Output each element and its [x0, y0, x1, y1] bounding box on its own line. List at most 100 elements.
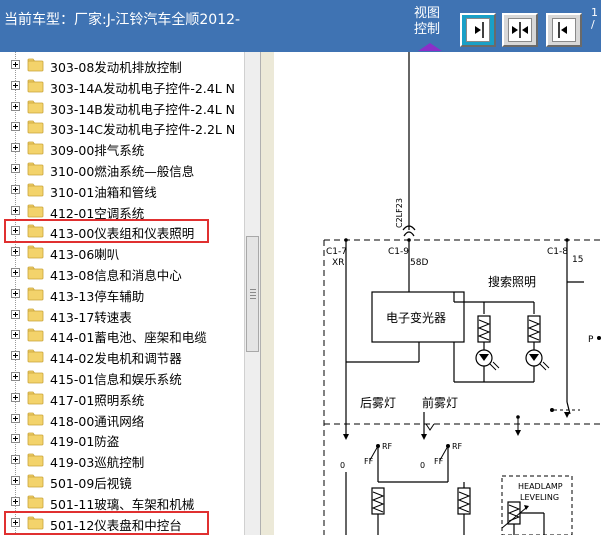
view-marker-icon [418, 43, 442, 51]
expand-plus-icon[interactable] [11, 81, 20, 90]
expand-plus-icon[interactable] [11, 102, 20, 111]
folder-icon [27, 120, 44, 134]
tree-item[interactable]: 417-01照明系统 [0, 388, 244, 409]
folder-icon [27, 370, 44, 384]
tree-item[interactable]: 310-00燃油系统—般信息 [0, 159, 244, 180]
tree-item-label: 414-02发电机和调节器 [50, 351, 182, 366]
folder-icon [27, 308, 44, 322]
tree-item[interactable]: 501-09后视镜 [0, 471, 244, 492]
folder-icon [27, 100, 44, 114]
folder-icon [27, 79, 44, 93]
tree-item[interactable]: 413-13停车辅助 [0, 284, 244, 305]
tree-item[interactable]: 414-02发电机和调节器 [0, 346, 244, 367]
folder-icon [27, 204, 44, 218]
tree-item[interactable]: 303-14B发动机电子控件-2.4L N [0, 97, 244, 118]
view-control-label: 视图 控制 [414, 6, 441, 37]
scrollbar-thumb[interactable] [246, 236, 259, 352]
tree-item[interactable]: 419-03巡航控制 [0, 450, 244, 471]
expand-plus-icon[interactable] [11, 247, 20, 256]
tree-item-label: 413-08信息和消息中心 [50, 268, 182, 283]
tree-item-label: 309-00排气系统 [50, 143, 145, 158]
expand-plus-icon[interactable] [11, 476, 20, 485]
arrow-left-icon [558, 22, 567, 38]
view-right-button[interactable] [460, 13, 496, 47]
connector-top-label: C2LF23 [395, 198, 404, 228]
highlight-box [4, 219, 209, 243]
folder-icon [27, 183, 44, 197]
tree-item[interactable]: 418-00通讯网络 [0, 409, 244, 430]
tree-item[interactable]: 303-14A发动机电子控件-2.4L N [0, 76, 244, 97]
folder-icon [27, 495, 44, 509]
tree-item-label: 303-14B发动机电子控件-2.4L N [50, 102, 236, 117]
zero-label-2: 0 [420, 461, 425, 470]
wiring-diagram-canvas: C2LF23 C1-7 XR C1-9 58D C1-8 15 搜索照明 电子变… [323, 52, 601, 535]
ff-label-2: FF [434, 457, 444, 466]
panel-splitter[interactable] [260, 52, 274, 535]
view-left-button[interactable] [546, 13, 582, 47]
rf-label-2: RF [452, 442, 463, 451]
tree-item[interactable]: 419-01防盗 [0, 429, 244, 450]
tree-item-label: 310-01油箱和管线 [50, 185, 157, 200]
expand-plus-icon[interactable] [11, 330, 20, 339]
tree-item-label: 413-13停车辅助 [50, 289, 145, 304]
expand-plus-icon[interactable] [11, 455, 20, 464]
zero-label-1: 0 [340, 461, 345, 470]
tree-item[interactable]: 413-06喇叭 [0, 242, 244, 263]
expand-plus-icon[interactable] [11, 310, 20, 319]
expand-plus-icon[interactable] [11, 393, 20, 402]
tree-item-label: 413-17转速表 [50, 310, 132, 325]
expand-plus-icon[interactable] [11, 164, 20, 173]
expand-plus-icon[interactable] [11, 289, 20, 298]
folder-icon [27, 245, 44, 259]
expand-plus-icon[interactable] [11, 434, 20, 443]
tree-item[interactable]: 303-14C发动机电子控件-2.2L N [0, 117, 244, 138]
tree-item[interactable]: 413-08信息和消息中心 [0, 263, 244, 284]
pin-c1-8: C1-8 [547, 247, 568, 257]
tree-item-label: 303-08发动机排放控制 [50, 60, 182, 75]
tree-item-label: 418-00通讯网络 [50, 414, 145, 429]
view-center-button[interactable] [502, 13, 538, 47]
folder-icon [27, 391, 44, 405]
expand-plus-icon[interactable] [11, 185, 20, 194]
tree-item-label: 413-06喇叭 [50, 247, 120, 262]
expand-plus-icon[interactable] [11, 414, 20, 423]
pin-58d: 58D [410, 258, 428, 268]
tree-item-label: 419-01防盗 [50, 434, 120, 449]
expand-plus-icon[interactable] [11, 122, 20, 131]
tree-item-label: 310-00燃油系统—般信息 [50, 164, 195, 179]
tree-item-label: 415-01信息和娱乐系统 [50, 372, 182, 387]
current-car-model: 当前车型：厂家:J-江铃汽车全顺2012- [4, 12, 241, 28]
folder-icon [27, 453, 44, 467]
tree-item-label: 501-09后视镜 [50, 476, 132, 491]
tree-item-label: 303-14A发动机电子控件-2.4L N [50, 81, 236, 96]
tree-item-label: 419-03巡航控制 [50, 455, 145, 470]
tree-item-label: 417-01照明系统 [50, 393, 145, 408]
expand-plus-icon[interactable] [11, 143, 20, 152]
expand-plus-icon[interactable] [11, 206, 20, 215]
expand-plus-icon[interactable] [11, 351, 20, 360]
highlight-box [4, 511, 209, 535]
tree-item[interactable]: 501-11玻璃、车架和机械 [0, 492, 244, 513]
leveling-label: LEVELING [520, 493, 559, 502]
search-light-label: 搜索照明 [488, 274, 536, 289]
wiring-diagram[interactable]: C2LF23 C1-7 XR C1-9 58D C1-8 15 搜索照明 电子变… [274, 52, 601, 535]
pin-15: 15 [572, 255, 583, 265]
folder-icon [27, 141, 44, 155]
tree-item[interactable]: 413-17转速表 [0, 305, 244, 326]
folder-icon [27, 287, 44, 301]
category-tree: 303-08发动机排放控制 303-14A发动机电子控件-2.4L N 303-14… [0, 52, 244, 535]
tree-item[interactable]: 415-01信息和娱乐系统 [0, 367, 244, 388]
folder-icon [27, 328, 44, 342]
expand-plus-icon[interactable] [11, 497, 20, 506]
folder-icon [27, 58, 44, 72]
expand-plus-icon[interactable] [11, 60, 20, 69]
tree-item[interactable]: 303-08发动机排放控制 [0, 55, 244, 76]
tree-item[interactable]: 310-01油箱和管线 [0, 180, 244, 201]
tree-scrollbar[interactable] [244, 52, 260, 535]
expand-plus-icon[interactable] [11, 268, 20, 277]
expand-plus-icon[interactable] [11, 372, 20, 381]
tree-item[interactable]: 309-00排气系统 [0, 138, 244, 159]
tree-item-label: 303-14C发动机电子控件-2.2L N [50, 122, 236, 137]
tree-item[interactable]: 414-01蓄电池、座架和电缆 [0, 325, 244, 346]
arrow-right-icon [475, 22, 484, 38]
